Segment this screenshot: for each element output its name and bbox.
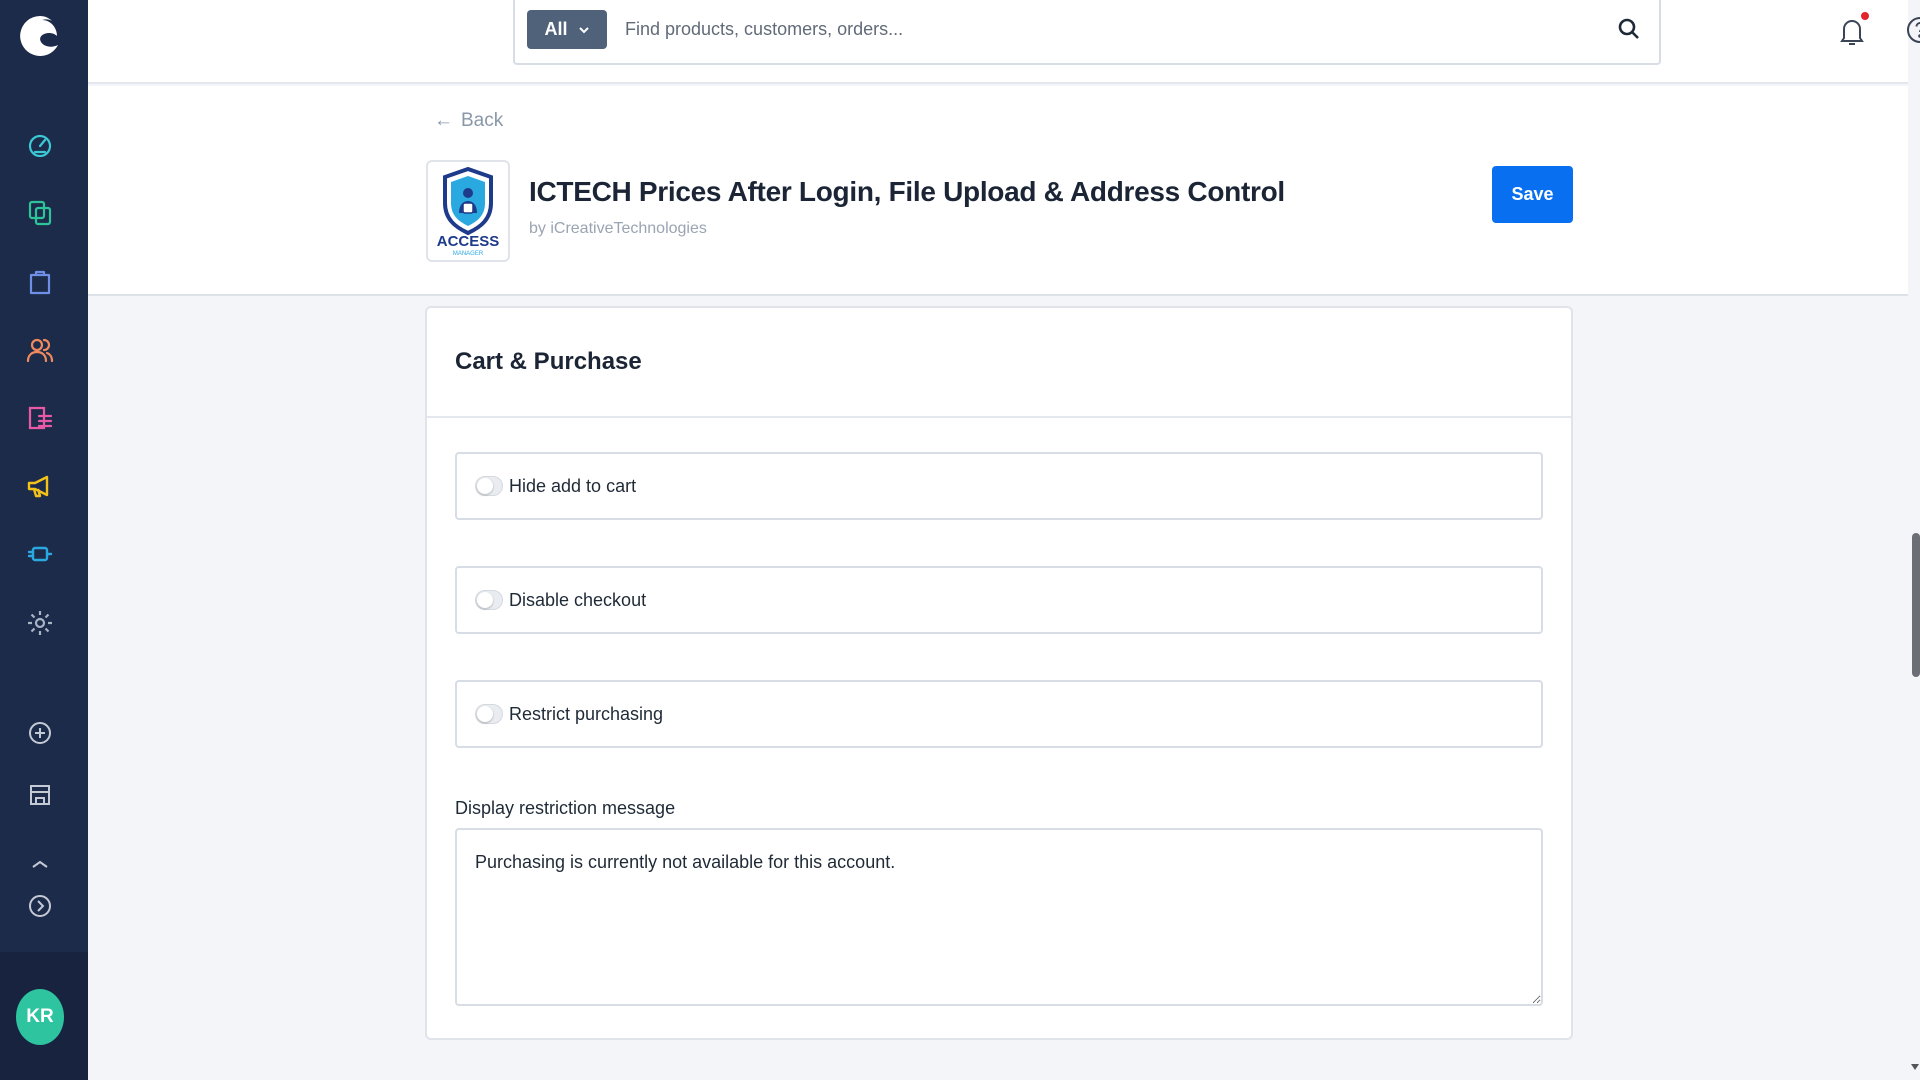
app-vendor: by iCreativeTechnologies — [529, 220, 707, 237]
scroll-down-arrow-icon[interactable] — [1910, 1062, 1920, 1072]
restriction-message-textarea[interactable]: Purchasing is currently not available fo… — [455, 828, 1543, 1006]
notification-badge — [1861, 12, 1869, 20]
dashboard-icon[interactable] — [22, 127, 58, 163]
extensions-icon[interactable] — [22, 536, 58, 572]
catalog-icon[interactable] — [22, 195, 58, 231]
save-button[interactable]: Save — [1492, 166, 1573, 223]
toggle-row-hide-add-to-cart[interactable]: Hide add to cart — [455, 452, 1543, 520]
top-bar: All — [88, 0, 1920, 84]
search-input[interactable] — [625, 12, 1585, 46]
logo-subtext: MANAGER — [453, 251, 484, 257]
add-circle-icon[interactable] — [22, 715, 58, 751]
card-divider — [427, 416, 1571, 418]
search-scope-select[interactable]: All — [527, 10, 607, 49]
back-link[interactable]: ← Back — [434, 110, 503, 132]
hide-add-to-cart-switch[interactable] — [475, 476, 503, 496]
partial-icon — [22, 842, 58, 878]
arrow-left-icon: ← — [434, 110, 453, 131]
restrict-purchasing-switch[interactable] — [475, 704, 503, 724]
cart-purchase-card: Cart & Purchase Hide add to cart Disable… — [425, 306, 1573, 1040]
disable-checkout-switch[interactable] — [475, 590, 503, 610]
chevron-down-icon — [578, 26, 589, 33]
toggle-label: Disable checkout — [509, 589, 647, 610]
logo-text: ACCESS — [437, 233, 500, 250]
app-header: ← Back ACCESS MANAGER ICTECH Prices Afte… — [88, 86, 1908, 296]
customers-icon[interactable] — [22, 332, 58, 368]
shopware-logo-icon[interactable] — [16, 12, 64, 60]
restriction-message-label: Display restriction message — [455, 798, 676, 818]
back-label: Back — [461, 110, 504, 131]
search-icon[interactable] — [1615, 15, 1643, 43]
card-title: Cart & Purchase — [455, 348, 642, 375]
toggle-label: Hide add to cart — [509, 475, 637, 496]
expand-sidebar-icon[interactable] — [22, 888, 58, 924]
orders-icon[interactable] — [22, 264, 58, 300]
storefront-icon[interactable] — [22, 777, 58, 813]
settings-icon[interactable] — [22, 605, 58, 641]
toggle-row-restrict-purchasing[interactable]: Restrict purchasing — [455, 680, 1543, 748]
app-logo: ACCESS MANAGER — [426, 160, 510, 262]
avatar[interactable]: KR — [16, 989, 64, 1045]
toggle-label: Restrict purchasing — [509, 703, 664, 724]
content-icon[interactable] — [22, 400, 58, 436]
page-title: ICTECH Prices After Login, File Upload &… — [529, 176, 1285, 207]
help-icon[interactable] — [1904, 14, 1920, 46]
search-scope-label: All — [544, 19, 568, 39]
marketing-icon[interactable] — [22, 468, 58, 504]
sidebar: KR — [0, 0, 88, 1080]
scrollbar-thumb[interactable] — [1912, 533, 1920, 677]
global-search: All — [513, 0, 1661, 65]
toggle-row-disable-checkout[interactable]: Disable checkout — [455, 566, 1543, 634]
